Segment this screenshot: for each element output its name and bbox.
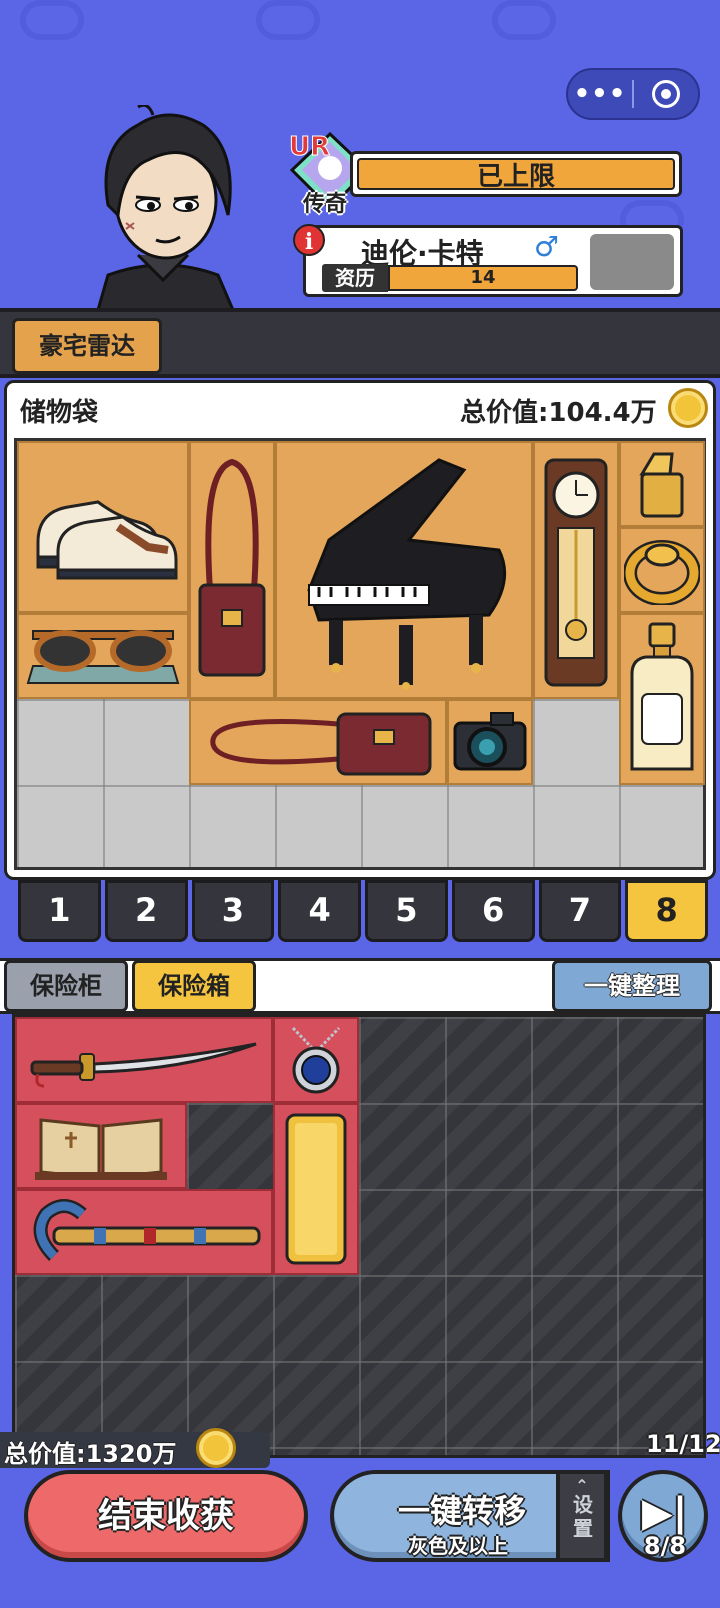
item-sunglasses[interactable] [17,613,189,699]
item-sneakers[interactable] [17,441,189,613]
storage-bag-title: 储物袋 [20,398,99,428]
handbag-icon [198,458,266,677]
experience-label: 资历 [322,264,388,292]
book-icon [35,1118,167,1180]
sneakers-icon [36,500,178,580]
male-icon: ♂ [534,230,560,263]
skip-forward-icon: ▶| [642,1490,688,1536]
item-katana[interactable] [15,1017,273,1103]
item-crook-staff[interactable] [15,1189,273,1275]
page-tab-4[interactable]: 4 [278,880,361,942]
sunglasses-icon [26,630,180,684]
shoulder-bag-icon [210,712,432,776]
item-grand-piano[interactable] [275,441,533,699]
page-tab-6[interactable]: 6 [451,880,535,942]
item-handbag[interactable] [189,441,275,699]
necklace-icon [291,1026,341,1094]
level-bar: 已上限 [350,151,682,197]
bag-page-tabs: 1 2 3 4 5 6 7 8 [18,880,708,942]
item-sapphire-necklace[interactable] [273,1017,359,1103]
item-lighter[interactable] [619,441,705,527]
skip-count: 8/8 [643,1532,687,1560]
close-target-icon[interactable] [634,80,698,108]
item-camera[interactable] [447,699,533,785]
tab-safe-cabinet[interactable]: 保险柜 [4,960,128,1012]
mini-program-capsule: ••• [566,68,700,120]
transfer-settings-button[interactable]: ⌃ 设置 [556,1470,608,1562]
safe-total-value: 总价值:1320万 [4,1440,177,1468]
page-tab-3[interactable]: 3 [191,880,275,942]
settings-label: 设置 [569,1494,594,1542]
safe-grid [12,1014,706,1458]
page-tab-1[interactable]: 1 [18,880,101,942]
page-tab-8[interactable]: 8 [625,880,708,942]
item-gold-ring[interactable] [619,527,705,613]
storage-bag-grid [14,438,706,870]
piano-icon [307,458,507,690]
character-card[interactable]: 迪伦·卡特 ♂ 资历 14 [303,225,683,297]
storage-bag-total: 总价值:104.4万 [460,398,657,428]
page-tab-5[interactable]: 5 [365,880,448,942]
character-avatar [96,105,235,310]
mansion-radar-button[interactable]: 豪宅雷达 [12,318,162,374]
lighter-icon [639,452,684,518]
chevron-up-icon: ⌃ [575,1476,589,1495]
tab-safe-box[interactable]: 保险箱 [132,960,256,1012]
experience-value: 14 [388,265,578,291]
item-grandfather-clock[interactable] [533,441,619,699]
rarity-name: 传奇 [303,192,348,217]
perfume-icon [630,622,694,771]
info-icon[interactable]: i [293,224,325,256]
transfer-filter-label: 灰色及以上 [408,1534,508,1558]
rarity-code: UR [288,132,331,163]
item-ancient-book[interactable] [15,1103,187,1189]
skip-button[interactable]: ▶| 8/8 [618,1470,708,1562]
page-tab-2[interactable]: 2 [104,880,188,942]
sort-button[interactable]: 一键整理 [552,960,712,1012]
sword-icon [30,1042,257,1088]
coin-icon [196,1428,236,1468]
page-tab-7[interactable]: 7 [538,880,622,942]
ring-icon [624,540,700,605]
transfer-all-label: 一键转移 [398,1492,527,1530]
clock-icon [544,458,608,687]
coin-icon [668,388,708,428]
level-status: 已上限 [357,158,675,192]
safe-capacity: 11/12 [646,1430,720,1458]
end-harvest-button[interactable]: 结束收获 [24,1470,308,1562]
item-perfume[interactable] [619,613,705,785]
item-gold-bar[interactable] [273,1103,359,1275]
gold-bar-icon [285,1113,347,1265]
staff-icon [33,1199,261,1261]
camera-icon [453,712,527,771]
item-shoulder-bag[interactable] [189,699,447,785]
more-icon[interactable]: ••• [568,71,632,117]
character-photo-placeholder [590,234,674,290]
